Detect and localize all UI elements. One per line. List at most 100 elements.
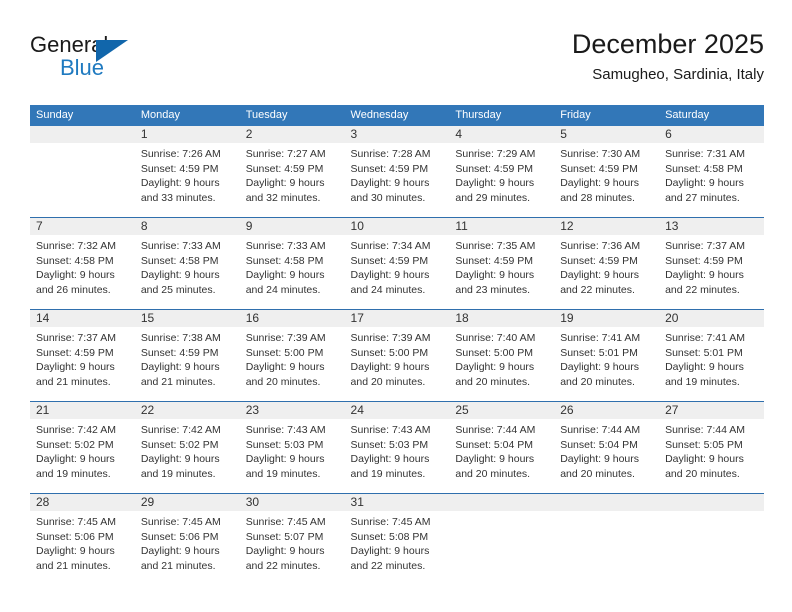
- title-block: December 2025 Samugheo, Sardinia, Italy: [572, 28, 764, 85]
- day-detail-text: Sunrise: 7:41 AM Sunset: 5:01 PM Daylight:…: [659, 327, 764, 401]
- day-detail-line: Sunrise: 7:43 AM: [350, 424, 431, 436]
- day-detail-line: and 26 minutes.: [36, 283, 111, 296]
- day-detail-line: Sunrise: 7:27 AM: [245, 148, 326, 160]
- calendar-day-cell[interactable]: 30 Sunrise: 7:45 AM Sunset: 5:07 PM Dayligh…: [239, 493, 345, 585]
- day-detail-line: Sunset: 4:59 PM: [665, 254, 743, 267]
- calendar-day-cell[interactable]: 18 Sunrise: 7:40 AM Sunset: 5:00 PM Dayligh…: [449, 309, 555, 402]
- weekday-header-sunday: Sunday: [30, 105, 135, 126]
- calendar-day-cell[interactable]: 4 Sunrise: 7:29 AM Sunset: 4:59 PM Daylight…: [449, 126, 555, 218]
- calendar-day-cell[interactable]: 19 Sunrise: 7:41 AM Sunset: 5:01 PM Dayligh…: [554, 309, 660, 402]
- day-detail-line: Sunrise: 7:42 AM: [140, 424, 221, 436]
- day-detail-line: Daylight: 9 hours: [665, 269, 744, 281]
- day-detail-line: Daylight: 9 hours: [245, 545, 325, 557]
- day-detail-text: Sunrise: 7:42 AM Sunset: 5:02 PM Daylight:…: [30, 419, 135, 493]
- day-detail-line: and 28 minutes.: [560, 191, 635, 204]
- day-detail-line: Sunset: 4:59 PM: [560, 254, 638, 267]
- calendar-day-cell[interactable]: 25 Sunrise: 7:44 AM Sunset: 5:04 PM Dayligh…: [449, 401, 555, 494]
- calendar-day-cell[interactable]: 22 Sunrise: 7:42 AM Sunset: 5:02 PM Dayligh…: [134, 401, 240, 494]
- day-detail-line: Sunrise: 7:30 AM: [560, 148, 641, 160]
- calendar-page: General Blue December 2025 Samugheo, Sar…: [0, 0, 792, 612]
- calendar-day-cell[interactable]: 11 Sunrise: 7:35 AM Sunset: 4:59 PM Dayligh…: [449, 217, 555, 310]
- calendar-day-cell[interactable]: 10 Sunrise: 7:34 AM Sunset: 4:59 PM Dayligh…: [344, 217, 450, 310]
- calendar-day-cell[interactable]: 2 Sunrise: 7:27 AM Sunset: 4:59 PM Daylight…: [239, 126, 345, 218]
- day-detail-line: and 21 minutes.: [140, 559, 216, 572]
- day-detail-line: Daylight: 9 hours: [350, 361, 430, 373]
- calendar-week-row: 7 Sunrise: 7:32 AM Sunset: 4:58 PM Daylight…: [30, 217, 764, 310]
- calendar-day-cell[interactable]: 9 Sunrise: 7:33 AM Sunset: 4:58 PM Daylight…: [239, 217, 345, 310]
- calendar-day-cell[interactable]: 6 Sunrise: 7:31 AM Sunset: 4:58 PM Daylight…: [659, 126, 764, 218]
- calendar-week-row: 28 Sunrise: 7:45 AM Sunset: 5:06 PM Dayligh…: [30, 493, 764, 585]
- calendar-day-cell[interactable]: 28 Sunrise: 7:45 AM Sunset: 5:06 PM Dayligh…: [30, 493, 135, 585]
- day-number: 27: [659, 402, 764, 419]
- day-detail-line: Daylight: 9 hours: [245, 269, 325, 281]
- day-number: 24: [344, 402, 450, 419]
- calendar-day-cell[interactable]: 3 Sunrise: 7:28 AM Sunset: 4:59 PM Daylight…: [344, 126, 450, 218]
- day-detail-line: Daylight: 9 hours: [560, 453, 640, 465]
- day-detail-line: Sunrise: 7:41 AM: [665, 332, 746, 344]
- calendar-day-cell[interactable]: 29 Sunrise: 7:45 AM Sunset: 5:06 PM Dayligh…: [134, 493, 240, 585]
- day-number: 23: [239, 402, 345, 419]
- weekday-header-saturday: Saturday: [659, 105, 764, 126]
- calendar-day-cell[interactable]: 24 Sunrise: 7:43 AM Sunset: 5:03 PM Dayligh…: [344, 401, 450, 494]
- day-detail-line: Sunset: 5:03 PM: [245, 438, 324, 451]
- calendar-day-cell[interactable]: 23 Sunrise: 7:43 AM Sunset: 5:03 PM Dayligh…: [239, 401, 345, 494]
- day-detail-line: Sunrise: 7:35 AM: [455, 240, 536, 252]
- day-detail-line: Daylight: 9 hours: [560, 361, 640, 373]
- general-blue-logo[interactable]: General Blue: [30, 32, 210, 88]
- day-detail-line: Sunset: 4:58 PM: [665, 162, 743, 175]
- day-detail-line: Daylight: 9 hours: [350, 453, 430, 465]
- day-detail-line: Sunset: 4:58 PM: [245, 254, 324, 267]
- day-number: 21: [30, 402, 135, 419]
- calendar-day-cell[interactable]: 15 Sunrise: 7:38 AM Sunset: 4:59 PM Dayligh…: [134, 309, 240, 402]
- day-detail-line: Sunrise: 7:45 AM: [140, 516, 221, 528]
- day-detail-line: Daylight: 9 hours: [140, 269, 220, 281]
- day-detail-line: and 22 minutes.: [665, 283, 740, 296]
- day-detail-line: Daylight: 9 hours: [665, 177, 744, 189]
- day-number: 4: [449, 126, 555, 143]
- day-number: 18: [449, 310, 555, 327]
- day-detail-line: Daylight: 9 hours: [560, 269, 640, 281]
- day-detail-line: and 20 minutes.: [560, 467, 635, 480]
- day-detail-line: Sunset: 4:59 PM: [36, 346, 114, 359]
- calendar-day-cell[interactable]: 31 Sunrise: 7:45 AM Sunset: 5:08 PM Dayligh…: [344, 493, 450, 585]
- calendar-day-cell[interactable]: 26 Sunrise: 7:44 AM Sunset: 5:04 PM Dayligh…: [554, 401, 660, 494]
- day-detail-line: Sunrise: 7:45 AM: [36, 516, 116, 528]
- calendar-day-cell[interactable]: 21 Sunrise: 7:42 AM Sunset: 5:02 PM Dayligh…: [30, 401, 135, 494]
- calendar-day-cell[interactable]: 5 Sunrise: 7:30 AM Sunset: 4:59 PM Daylight…: [554, 126, 660, 218]
- day-detail-text: Sunrise: 7:28 AM Sunset: 4:59 PM Daylight:…: [345, 143, 450, 217]
- day-number: 9: [239, 218, 345, 235]
- day-detail-line: Sunset: 4:59 PM: [140, 346, 219, 359]
- calendar-day-cell[interactable]: 14 Sunrise: 7:37 AM Sunset: 4:59 PM Dayligh…: [30, 309, 135, 402]
- calendar-day-cell[interactable]: 7 Sunrise: 7:32 AM Sunset: 4:58 PM Daylight…: [30, 217, 135, 310]
- calendar-day-cell[interactable]: 8 Sunrise: 7:33 AM Sunset: 4:58 PM Daylight…: [134, 217, 240, 310]
- day-detail-text: Sunrise: 7:29 AM Sunset: 4:59 PM Daylight:…: [449, 143, 554, 217]
- day-detail-line: Daylight: 9 hours: [36, 269, 115, 281]
- day-detail-line: Sunset: 4:58 PM: [140, 254, 219, 267]
- calendar-day-cell[interactable]: 16 Sunrise: 7:39 AM Sunset: 5:00 PM Dayligh…: [239, 309, 345, 402]
- day-number: 15: [134, 310, 240, 327]
- day-detail-line: and 21 minutes.: [36, 375, 111, 388]
- day-detail-line: Sunset: 4:59 PM: [245, 162, 324, 175]
- day-detail-text: Sunrise: 7:45 AM Sunset: 5:07 PM Daylight:…: [240, 511, 345, 585]
- day-detail-text: Sunrise: 7:31 AM Sunset: 4:58 PM Daylight:…: [659, 143, 764, 217]
- calendar-day-cell[interactable]: 17 Sunrise: 7:39 AM Sunset: 5:00 PM Dayligh…: [344, 309, 450, 402]
- day-detail-line: Daylight: 9 hours: [350, 177, 430, 189]
- day-number: [449, 494, 555, 511]
- day-detail-line: and 19 minutes.: [665, 375, 740, 388]
- calendar-day-cell[interactable]: 13 Sunrise: 7:37 AM Sunset: 4:59 PM Dayligh…: [659, 217, 764, 310]
- calendar-empty-cell: [554, 493, 660, 585]
- day-detail-text: Sunrise: 7:42 AM Sunset: 5:02 PM Daylight:…: [135, 419, 240, 493]
- calendar-day-cell[interactable]: 20 Sunrise: 7:41 AM Sunset: 5:01 PM Dayligh…: [659, 309, 764, 402]
- day-detail-line: Daylight: 9 hours: [455, 361, 535, 373]
- calendar-day-cell[interactable]: 1 Sunrise: 7:26 AM Sunset: 4:59 PM Daylight…: [134, 126, 240, 218]
- day-number: 6: [659, 126, 764, 143]
- day-detail-line: Sunset: 5:01 PM: [665, 346, 743, 359]
- day-detail-line: Sunrise: 7:45 AM: [350, 516, 431, 528]
- day-detail-line: and 20 minutes.: [350, 375, 426, 388]
- calendar-day-cell[interactable]: 27 Sunrise: 7:44 AM Sunset: 5:05 PM Dayligh…: [659, 401, 764, 494]
- calendar-day-cell[interactable]: 12 Sunrise: 7:36 AM Sunset: 4:59 PM Dayligh…: [554, 217, 660, 310]
- day-detail-line: and 32 minutes.: [245, 191, 321, 204]
- day-detail-line: Sunset: 4:59 PM: [350, 254, 429, 267]
- day-detail-line: Daylight: 9 hours: [665, 453, 744, 465]
- day-number: 12: [554, 218, 660, 235]
